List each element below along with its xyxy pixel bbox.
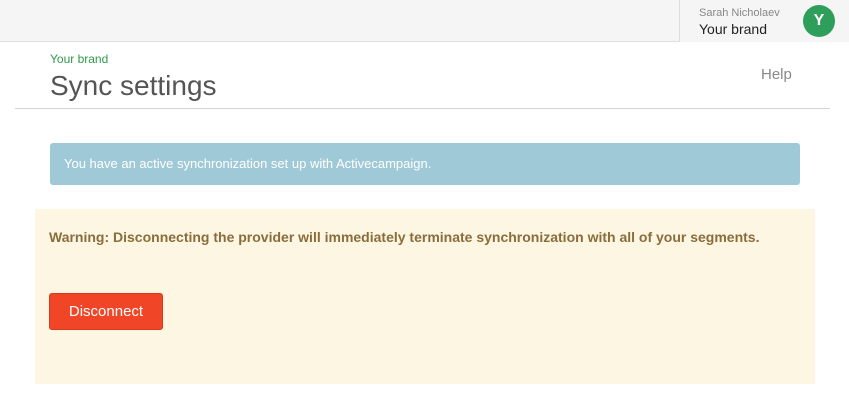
warning-message: Warning: Disconnecting the provider will… [49,229,760,245]
avatar[interactable]: Y [803,5,835,37]
top-bar: Sarah Nicholaev Your brand Y [0,0,849,42]
account-menu[interactable]: Sarah Nicholaev Your brand Y [679,0,849,42]
page-title: Sync settings [50,70,217,101]
disconnect-button[interactable]: Disconnect [49,293,163,330]
title-divider [15,108,830,109]
account-brand-name: Your brand [699,21,767,37]
sync-info-alert: You have an active synchronization set u… [50,143,800,185]
warning-panel: Warning: Disconnecting the provider will… [35,209,815,384]
breadcrumb[interactable]: Your brand [50,52,108,66]
account-user-name: Sarah Nicholaev [699,7,780,19]
help-link[interactable]: Help [761,66,792,83]
